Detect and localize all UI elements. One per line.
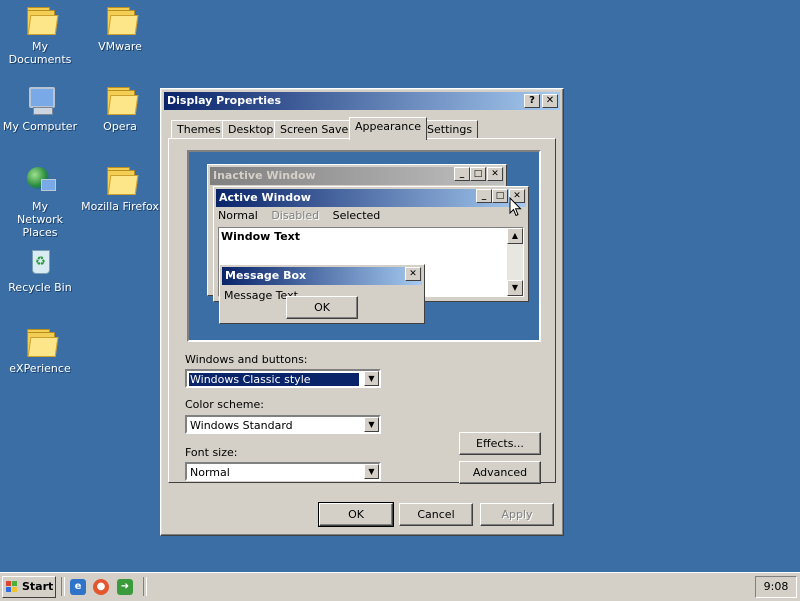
chevron-down-icon[interactable]: ▼ bbox=[364, 371, 379, 386]
active-title: Active Window bbox=[219, 191, 311, 204]
desktop-icon-label: My Documents bbox=[8, 40, 72, 66]
preview-menu-row: Normal Disabled Selected bbox=[218, 209, 390, 222]
inactive-title: Inactive Window bbox=[213, 169, 316, 182]
tab-settings[interactable]: Settings bbox=[421, 120, 479, 139]
font-size-select[interactable]: Normal ▼ bbox=[185, 462, 381, 481]
menu-disabled: Disabled bbox=[271, 209, 320, 222]
menu-normal: Normal bbox=[218, 209, 258, 222]
desktop-icon-my-network-places[interactable]: My Network Places bbox=[0, 164, 80, 239]
windows-logo-icon bbox=[6, 581, 18, 592]
desktop-icon-label: My Computer bbox=[2, 120, 78, 133]
desktop-icon-label: VMware bbox=[98, 40, 142, 53]
dialog-title: Display Properties bbox=[167, 94, 282, 107]
tab-appearance[interactable]: Appearance bbox=[349, 117, 428, 140]
color-scheme-value: Windows Standard bbox=[190, 419, 293, 432]
close-icon: ✕ bbox=[545, 95, 555, 106]
windows-buttons-value: Windows Classic style bbox=[188, 372, 360, 387]
preview-message-box: Message Box ✕ Message Text OK bbox=[219, 264, 425, 324]
help-icon: ? bbox=[529, 95, 535, 106]
tab-themes[interactable]: Themes bbox=[171, 120, 227, 139]
chevron-down-icon[interactable]: ▼ bbox=[364, 417, 379, 432]
cancel-button[interactable]: Cancel bbox=[399, 503, 473, 526]
scroll-down-icon: ▼ bbox=[507, 280, 523, 296]
quick-launch-separator bbox=[143, 577, 147, 596]
minimize-icon: _ bbox=[454, 167, 470, 181]
help-button[interactable]: ? bbox=[524, 94, 540, 108]
minimize-icon: _ bbox=[476, 189, 492, 203]
apply-button[interactable]: Apply bbox=[480, 503, 554, 526]
preview-ok-button: OK bbox=[286, 296, 358, 319]
desktop-icon-label: Mozilla Firefox bbox=[81, 200, 159, 213]
desktop-icon-opera[interactable]: Opera bbox=[80, 84, 160, 133]
folder-icon bbox=[24, 326, 59, 358]
browser-icon[interactable]: ● bbox=[93, 579, 109, 595]
color-scheme-label: Color scheme: bbox=[185, 398, 264, 411]
start-label: Start bbox=[22, 580, 54, 593]
advanced-button[interactable]: Advanced bbox=[459, 461, 541, 484]
font-size-label: Font size: bbox=[185, 446, 238, 459]
desktop-icon-my-documents[interactable]: My Documents bbox=[0, 4, 80, 66]
tab-screen-saver[interactable]: Screen Saver bbox=[274, 120, 359, 139]
network-places-icon bbox=[24, 164, 56, 196]
desktop-icon-recycle-bin[interactable]: ♻ Recycle Bin bbox=[0, 245, 80, 294]
desktop-icon-vmware[interactable]: VMware bbox=[80, 4, 160, 53]
computer-icon bbox=[24, 84, 56, 116]
show-desktop-icon[interactable]: ➜ bbox=[117, 579, 133, 595]
folder-icon bbox=[104, 4, 139, 36]
close-icon: ✕ bbox=[487, 167, 503, 181]
windows-buttons-label: Windows and buttons: bbox=[185, 353, 308, 366]
message-box-title-bar: Message Box bbox=[222, 267, 422, 285]
clock: 9:08 bbox=[763, 580, 789, 593]
desktop-icon-label: eXPerience bbox=[9, 362, 71, 375]
folder-icon bbox=[104, 164, 139, 196]
font-size-value: Normal bbox=[190, 466, 230, 479]
close-button[interactable]: ✕ bbox=[542, 94, 558, 108]
effects-button[interactable]: Effects... bbox=[459, 432, 541, 455]
desktop-icon-my-computer[interactable]: My Computer bbox=[0, 84, 80, 133]
color-scheme-select[interactable]: Windows Standard ▼ bbox=[185, 415, 381, 434]
desktop-icon-label: My Network Places bbox=[17, 200, 63, 239]
ie-icon[interactable]: e bbox=[70, 579, 86, 595]
system-tray-clock[interactable]: 9:08 bbox=[755, 576, 797, 598]
my-documents-icon bbox=[24, 4, 59, 36]
tab-desktop[interactable]: Desktop bbox=[222, 120, 280, 139]
maximize-icon: □ bbox=[470, 167, 486, 181]
appearance-preview: Inactive Window _ □ ✕ Active Window _ □ … bbox=[187, 150, 541, 342]
recycle-bin-icon: ♻ bbox=[24, 245, 56, 277]
windows-buttons-select[interactable]: Windows Classic style ▼ bbox=[185, 369, 381, 388]
desktop-icon-mozilla-firefox[interactable]: Mozilla Firefox bbox=[80, 164, 160, 213]
desktop-icon-label: Recycle Bin bbox=[8, 281, 72, 294]
dialog-titlebar[interactable]: Display Properties ? ✕ bbox=[164, 92, 560, 110]
menu-selected: Selected bbox=[332, 209, 381, 222]
close-icon: ✕ bbox=[405, 267, 421, 281]
ok-button[interactable]: OK bbox=[318, 502, 394, 527]
preview-scrollbar: ▲ ▼ bbox=[507, 228, 523, 296]
taskbar: Start e ● ➜ 9:08 bbox=[0, 572, 800, 601]
folder-icon bbox=[104, 84, 139, 116]
window-text: Window Text bbox=[221, 230, 301, 243]
message-box-title: Message Box bbox=[225, 269, 307, 282]
display-properties-dialog: Display Properties ? ✕ Themes Desktop Sc… bbox=[160, 88, 564, 536]
desktop-icon-label: Opera bbox=[103, 120, 137, 133]
scroll-up-icon: ▲ bbox=[507, 228, 523, 244]
quick-launch-separator bbox=[61, 577, 65, 596]
start-button[interactable]: Start bbox=[2, 576, 56, 598]
chevron-down-icon[interactable]: ▼ bbox=[364, 464, 379, 479]
maximize-icon: □ bbox=[492, 189, 508, 203]
desktop-icon-experience[interactable]: eXPerience bbox=[0, 326, 80, 375]
